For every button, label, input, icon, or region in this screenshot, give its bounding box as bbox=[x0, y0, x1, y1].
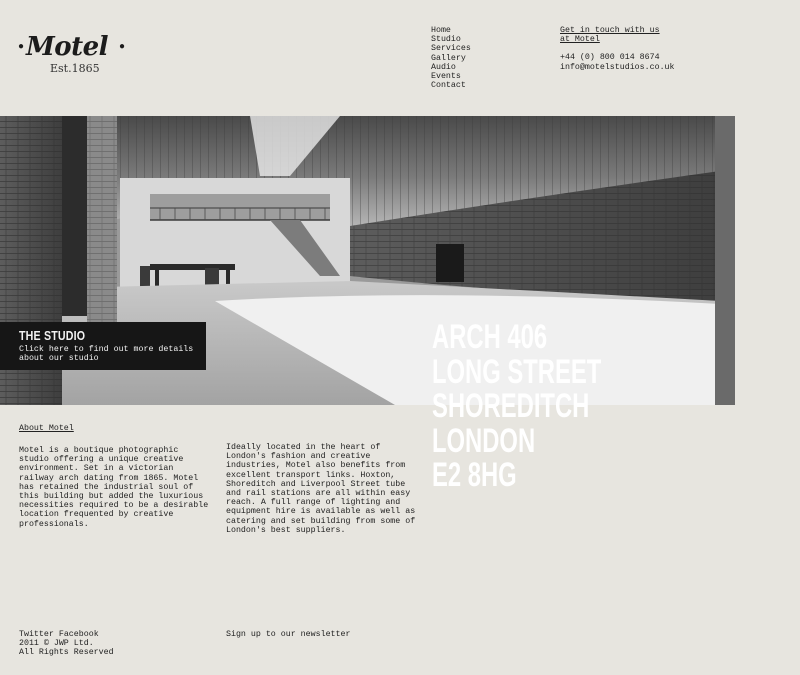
logo-dot-left: ● bbox=[18, 42, 25, 53]
contact-cta-line2: at Motel bbox=[560, 35, 600, 45]
footer-social-row: Twitter Facebook bbox=[19, 630, 114, 639]
contact-cta-line1: Get in touch with us bbox=[560, 26, 660, 35]
newsletter-signup-link[interactable]: Sign up to our newsletter bbox=[226, 630, 350, 639]
about-heading[interactable]: About Motel bbox=[19, 424, 74, 433]
main-nav: Home Studio Services Gallery Audio Event… bbox=[431, 26, 471, 90]
nav-home[interactable]: Home bbox=[431, 26, 471, 35]
address-line-5: E2 8HG bbox=[432, 456, 517, 494]
address-line-2: LONG STREET bbox=[432, 352, 602, 391]
address-line-1: ARCH 406 bbox=[432, 318, 548, 356]
contact-email[interactable]: info@motelstudios.co.uk bbox=[560, 63, 675, 72]
address-line-4: LONDON bbox=[432, 421, 536, 460]
nav-audio[interactable]: Audio bbox=[431, 63, 471, 72]
address-line-3: SHOREDITCH bbox=[432, 387, 590, 425]
facebook-link[interactable]: Facebook bbox=[59, 630, 99, 639]
contact-block: Get in touch with us at Motel +44 (0) 80… bbox=[560, 26, 675, 72]
nav-studio[interactable]: Studio bbox=[431, 35, 471, 44]
contact-cta-link[interactable]: Get in touch with us at Motel bbox=[560, 26, 660, 44]
studio-description: Click here to find out more details abou… bbox=[19, 345, 194, 364]
footer-left: Twitter Facebook 2011 © JWP Ltd. All Rig… bbox=[19, 630, 114, 658]
logo-established: Est.1865 bbox=[50, 62, 100, 75]
nav-services[interactable]: Services bbox=[431, 44, 471, 53]
twitter-link[interactable]: Twitter bbox=[19, 630, 54, 639]
contact-phone: +44 (0) 800 014 8674 bbox=[560, 53, 660, 63]
studio-title: THE STUDIO bbox=[19, 328, 86, 343]
address-block: ARCH 406 LONG STREET SHOREDITCH LONDON E… bbox=[432, 320, 601, 493]
about-paragraph-2: Ideally located in the heart of London's… bbox=[226, 443, 416, 535]
nav-events[interactable]: Events bbox=[431, 72, 471, 81]
nav-gallery[interactable]: Gallery bbox=[431, 54, 471, 63]
footer-rights: All Rights Reserved bbox=[19, 648, 114, 658]
nav-contact[interactable]: Contact bbox=[431, 81, 471, 90]
about-paragraph-1: Motel is a boutique photographic studio … bbox=[19, 446, 209, 529]
logo-wordmark: Motel bbox=[26, 32, 109, 62]
logo[interactable]: ● Motel ● Est.1865 bbox=[18, 30, 128, 78]
studio-callout[interactable]: THE STUDIO Click here to find out more d… bbox=[0, 322, 206, 370]
logo-dot-right: ● bbox=[119, 42, 126, 53]
